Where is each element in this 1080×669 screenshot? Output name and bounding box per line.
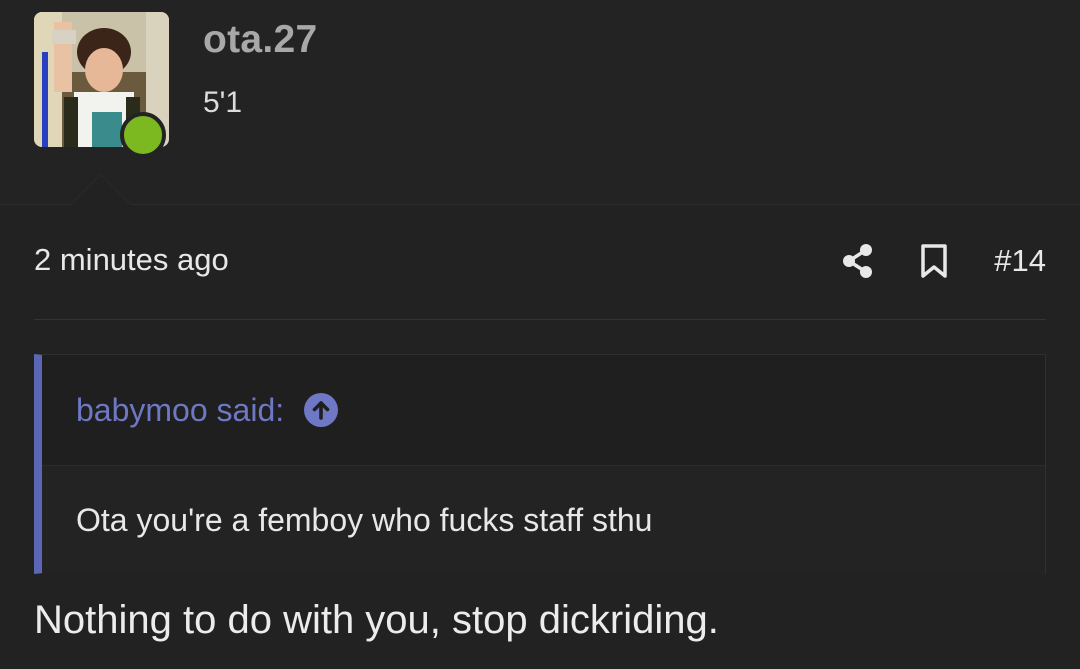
quote-author-link[interactable]: babymoo said: bbox=[76, 392, 284, 429]
quote-block: babymoo said: Ota you're a femboy who fu… bbox=[34, 354, 1046, 574]
jump-to-quote-icon[interactable] bbox=[304, 393, 339, 427]
username[interactable]: ota.27 bbox=[203, 18, 318, 62]
bookmark-icon[interactable] bbox=[914, 238, 954, 284]
post-actions: #14 bbox=[838, 236, 1046, 286]
quote-text: Ota you're a femboy who fucks staff sthu bbox=[42, 466, 1045, 574]
share-icon[interactable] bbox=[838, 238, 878, 284]
quote-header: babymoo said: bbox=[42, 355, 1045, 466]
post-number-link[interactable]: #14 bbox=[994, 243, 1046, 279]
header-pointer bbox=[70, 174, 132, 205]
post-body-text: Nothing to do with you, stop dickriding. bbox=[34, 598, 719, 642]
divider bbox=[34, 319, 1046, 320]
user-title: 5'1 bbox=[203, 86, 243, 119]
post-timestamp[interactable]: 2 minutes ago bbox=[34, 242, 229, 278]
user-header: ota.27 5'1 bbox=[0, 0, 1080, 205]
online-status-indicator bbox=[120, 112, 166, 158]
